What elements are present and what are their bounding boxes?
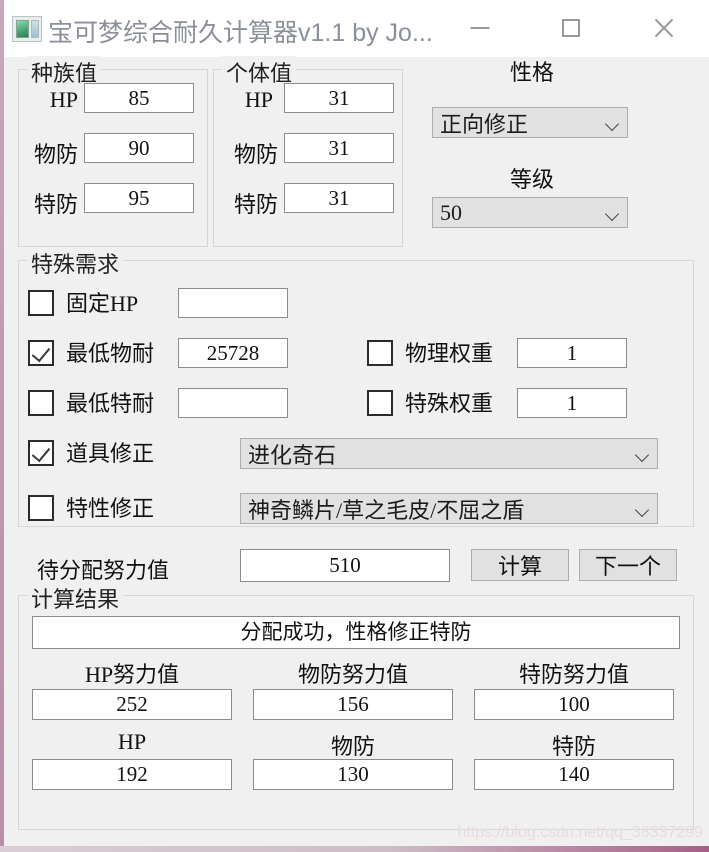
iv-label-hp: HP [244, 87, 273, 112]
close-button[interactable] [634, 0, 694, 56]
nature-select[interactable]: 正向修正 [432, 107, 628, 138]
ev-label-defense: 物防努力值 [297, 662, 408, 687]
level-select-value: 50 [440, 199, 462, 225]
app-window: 宝可梦综合耐久计算器v1.1 by Jo... 种族值 HP 85 物防 90 … [4, 0, 709, 846]
min-physical-bulk-label: 最低物耐 [66, 341, 155, 366]
chevron-down-icon [601, 198, 627, 227]
min-physical-bulk-checkbox[interactable] [28, 340, 54, 366]
base-stat-input-spdefense[interactable]: 95 [84, 183, 194, 213]
nature-select-value: 正向修正 [440, 111, 529, 137]
physical-weight-checkbox[interactable] [367, 340, 393, 366]
stat-value-hp: 192 [32, 759, 232, 790]
stat-label-spdefense: 特防 [551, 734, 596, 759]
stat-value-spdefense: 140 [474, 759, 674, 790]
iv-label-defense: 物防 [233, 142, 278, 167]
base-stat-label-hp: HP [49, 87, 78, 112]
client-area: 种族值 HP 85 物防 90 特防 95 个体值 HP 31 物防 31 特防… [4, 56, 709, 846]
chevron-down-icon [601, 108, 627, 137]
minimize-icon [470, 27, 490, 29]
special-weight-label: 特殊权重 [405, 391, 494, 416]
ability-modifier-select[interactable]: 神奇鳞片/草之毛皮/不屈之盾 [240, 493, 658, 524]
ev-value-defense: 156 [253, 689, 453, 720]
calculate-button[interactable]: 计算 [471, 549, 569, 581]
base-stat-label-spdefense: 特防 [33, 192, 78, 217]
watermark-text: https://blog.csdn.net/qq_38337299 [457, 824, 703, 841]
ability-modifier-label: 特性修正 [66, 496, 155, 521]
physical-weight-label: 物理权重 [405, 341, 494, 366]
base-stat-label-defense: 物防 [33, 142, 78, 167]
stat-label-defense: 物防 [330, 734, 375, 759]
close-icon [652, 16, 676, 40]
chevron-down-icon [631, 439, 657, 468]
min-special-bulk-input[interactable] [178, 388, 288, 418]
item-modifier-select[interactable]: 进化奇石 [240, 438, 658, 469]
physical-weight-input[interactable]: 1 [517, 338, 627, 368]
maximize-button[interactable] [541, 0, 601, 56]
min-special-bulk-checkbox[interactable] [28, 390, 54, 416]
nature-label: 性格 [509, 60, 554, 85]
ev-value-hp: 252 [32, 689, 232, 720]
base-stat-input-hp[interactable]: 85 [84, 83, 194, 113]
minimize-button[interactable] [450, 0, 510, 56]
level-select[interactable]: 50 [432, 197, 628, 228]
remaining-evs-label: 待分配努力值 [37, 558, 170, 583]
remaining-evs-input[interactable]: 510 [240, 549, 450, 582]
ev-value-spdefense: 100 [474, 689, 674, 720]
result-status-field: 分配成功，性格修正特防 [32, 616, 680, 649]
app-form-icon [12, 16, 42, 42]
window-title: 宝可梦综合耐久计算器v1.1 by Jo... [48, 19, 433, 47]
min-physical-bulk-input[interactable]: 25728 [178, 338, 288, 368]
chevron-down-icon [631, 494, 657, 523]
iv-input-hp[interactable]: 31 [284, 83, 394, 113]
ev-label-spdefense: 特防努力值 [518, 662, 629, 687]
fixed-hp-label: 固定HP [66, 291, 139, 316]
desktop-bottom-strip [0, 846, 709, 852]
iv-input-spdefense[interactable]: 31 [284, 183, 394, 213]
iv-input-defense[interactable]: 31 [284, 133, 394, 163]
special-requirements-group-title: 特殊需求 [27, 247, 124, 279]
ability-modifier-checkbox[interactable] [28, 495, 54, 521]
level-label: 等级 [509, 167, 554, 192]
base-stat-input-defense[interactable]: 90 [84, 133, 194, 163]
title-bar: 宝可梦综合耐久计算器v1.1 by Jo... [4, 0, 709, 58]
item-modifier-checkbox[interactable] [28, 440, 54, 466]
iv-label-spdefense: 特防 [233, 192, 278, 217]
fixed-hp-checkbox[interactable] [28, 290, 54, 316]
item-modifier-label: 道具修正 [66, 441, 155, 466]
special-weight-checkbox[interactable] [367, 390, 393, 416]
ev-label-hp: HP努力值 [84, 662, 180, 687]
result-group-title: 计算结果 [27, 582, 124, 614]
stat-label-hp: HP [117, 729, 147, 754]
next-button[interactable]: 下一个 [579, 549, 677, 581]
min-special-bulk-label: 最低特耐 [66, 391, 155, 416]
fixed-hp-input[interactable] [178, 288, 288, 318]
ability-modifier-select-value: 神奇鳞片/草之毛皮/不屈之盾 [248, 497, 525, 523]
stat-value-defense: 130 [253, 759, 453, 790]
special-weight-input[interactable]: 1 [517, 388, 627, 418]
item-modifier-select-value: 进化奇石 [248, 442, 337, 468]
maximize-icon [562, 19, 580, 37]
